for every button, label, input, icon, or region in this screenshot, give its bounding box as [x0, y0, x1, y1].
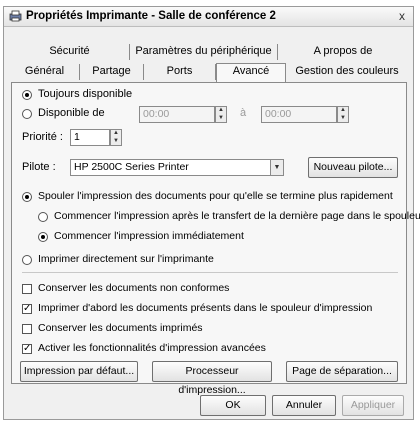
tab-gestion-couleurs[interactable]: Gestion des couleurs	[286, 64, 408, 80]
from-time-field[interactable]: 00:00	[139, 106, 215, 123]
separator-page-button[interactable]: Page de séparation...	[286, 361, 398, 382]
print-direct-radio[interactable]	[22, 255, 32, 265]
spin-down-icon: ▼	[218, 115, 224, 121]
tab-ports[interactable]: Ports	[144, 64, 216, 80]
to-label: à	[240, 107, 247, 119]
tab-partage[interactable]: Partage	[80, 64, 144, 80]
start-after-last-page-radio[interactable]	[38, 212, 48, 222]
print-processor-button[interactable]: Processeur d'impression...	[152, 361, 272, 396]
available-from-label: Disponible de	[38, 107, 105, 119]
always-available-label: Toujours disponible	[38, 88, 133, 100]
close-icon[interactable]: x	[395, 9, 409, 23]
spin-up-icon: ▲	[113, 130, 119, 136]
tab-general[interactable]: Général	[10, 64, 80, 80]
print-spooled-first-label: Imprimer d'abord les documents présents …	[38, 302, 373, 314]
print-direct-label: Imprimer directement sur l'imprimante	[38, 253, 214, 265]
always-available-radio[interactable]	[22, 90, 32, 100]
window-title: Propriétés Imprimante - Salle de confére…	[26, 10, 276, 22]
advanced-features-checkbox[interactable]: ✓	[22, 344, 32, 354]
tab-a-propos[interactable]: A propos de	[278, 44, 408, 60]
from-time-spinner[interactable]: ▲ ▼	[215, 106, 227, 123]
tab-avance[interactable]: Avancé	[216, 63, 286, 83]
separator	[22, 272, 398, 273]
spin-down-icon: ▼	[113, 138, 119, 144]
spin-up-icon: ▲	[340, 107, 346, 113]
printing-defaults-button[interactable]: Impression par défaut...	[20, 361, 138, 382]
checkmark-icon: ✓	[23, 343, 32, 354]
spin-down-icon: ▼	[340, 115, 346, 121]
title-bar[interactable]: Propriétés Imprimante - Salle de confére…	[4, 7, 413, 27]
apply-button[interactable]: Appliquer	[342, 395, 404, 416]
spool-label: Spouler l'impression des documents pour …	[38, 190, 393, 202]
driver-label: Pilote :	[22, 161, 56, 173]
printer-icon	[9, 10, 22, 22]
driver-select[interactable]: HP 2500C Series Printer	[70, 159, 282, 176]
priority-field[interactable]: 1	[70, 129, 110, 146]
driver-dropdown-button[interactable]: ▼	[270, 159, 284, 176]
start-immediately-radio[interactable]	[38, 232, 48, 242]
to-time-spinner[interactable]: ▲ ▼	[337, 106, 349, 123]
new-driver-button[interactable]: Nouveau pilote...	[308, 157, 398, 178]
printer-properties-dialog: Propriétés Imprimante - Salle de confére…	[3, 6, 420, 420]
to-time-field[interactable]: 00:00	[261, 106, 337, 123]
start-after-last-page-label: Commencer l'impression après le transfer…	[54, 210, 420, 222]
keep-printed-checkbox[interactable]	[22, 324, 32, 334]
ok-button[interactable]: OK	[200, 395, 266, 416]
keep-printed-label: Conserver les documents imprimés	[38, 322, 203, 334]
tab-securite[interactable]: Sécurité	[10, 44, 130, 60]
advanced-panel: Toujours disponible Disponible de 00:00 …	[11, 82, 420, 396]
spool-radio[interactable]	[22, 192, 32, 202]
priority-spinner[interactable]: ▲ ▼	[110, 129, 122, 146]
cancel-button[interactable]: Annuler	[272, 395, 336, 416]
tab-parametres-peripherique[interactable]: Paramètres du périphérique	[130, 44, 278, 60]
spin-up-icon: ▲	[218, 107, 224, 113]
print-spooled-first-checkbox[interactable]: ✓	[22, 304, 32, 314]
available-from-radio[interactable]	[22, 109, 32, 119]
start-immediately-label: Commencer l'impression immédiatement	[54, 230, 244, 242]
keep-nonconforming-label: Conserver les documents non conformes	[38, 282, 230, 294]
keep-nonconforming-checkbox[interactable]	[22, 284, 32, 294]
chevron-down-icon: ▼	[273, 164, 281, 171]
checkmark-icon: ✓	[23, 303, 32, 314]
priority-label: Priorité :	[22, 131, 63, 143]
advanced-features-label: Activer les fonctionnalités d'impression…	[38, 342, 266, 354]
